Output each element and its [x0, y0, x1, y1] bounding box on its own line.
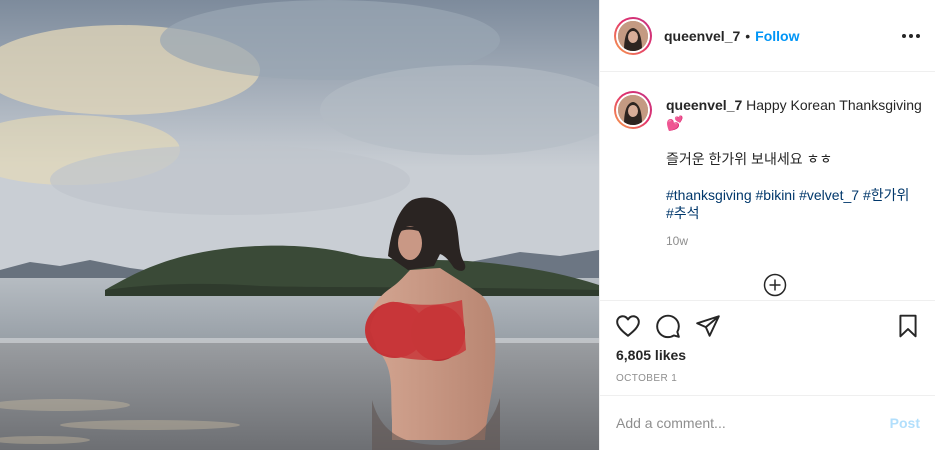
- caption-korean-line: 즐거운 한가위 보내세요 ㅎㅎ: [666, 151, 833, 167]
- follow-button[interactable]: Follow: [755, 28, 799, 44]
- hashtag-link[interactable]: #추석: [666, 205, 700, 221]
- hashtag-link[interactable]: #velvet_7: [799, 187, 859, 203]
- separator-dot: •: [745, 27, 751, 44]
- hashtag-link[interactable]: #한가위: [863, 187, 909, 203]
- caption-section: queenvel_7 Happy Korean Thanksgiving 💕 즐…: [600, 72, 935, 300]
- likes-count[interactable]: 6,805 likes: [616, 347, 686, 363]
- post-header: queenvel_7 • Follow: [600, 0, 935, 72]
- hashtag-list: #thanksgiving #bikini #velvet_7 #한가위 #추석: [666, 186, 924, 222]
- post-photo[interactable]: [0, 0, 599, 450]
- share-icon[interactable]: [695, 313, 721, 339]
- caption-text: queenvel_7 Happy Korean Thanksgiving 💕 즐…: [666, 96, 924, 250]
- more-horizontal-icon[interactable]: [902, 28, 920, 44]
- comment-input[interactable]: [616, 413, 876, 433]
- caption-timestamp[interactable]: 10w: [666, 232, 924, 250]
- hashtag-link[interactable]: #thanksgiving: [666, 187, 752, 203]
- hashtag-link[interactable]: #bikini: [756, 187, 796, 203]
- post-date[interactable]: OCTOBER 1: [616, 373, 677, 384]
- username-link[interactable]: queenvel_7: [664, 28, 740, 44]
- post-sidebar: queenvel_7 • Follow queenvel_7 Happy Kor…: [599, 0, 935, 450]
- comment-bar: Post: [600, 395, 935, 450]
- post-button[interactable]: Post: [890, 415, 920, 431]
- comment-icon[interactable]: [655, 313, 681, 339]
- avatar[interactable]: [614, 16, 652, 55]
- caption-avatar[interactable]: [614, 91, 652, 129]
- heart-emoji: 💕: [666, 115, 684, 131]
- heart-icon[interactable]: [615, 313, 641, 339]
- caption-body: Happy Korean Thanksgiving: [746, 97, 922, 113]
- plus-circle-icon[interactable]: [763, 273, 787, 297]
- caption-username[interactable]: queenvel_7: [666, 97, 742, 113]
- action-bar: 6,805 likes OCTOBER 1: [600, 300, 935, 395]
- post-photo-image: [0, 0, 599, 450]
- bookmark-icon[interactable]: [895, 313, 921, 339]
